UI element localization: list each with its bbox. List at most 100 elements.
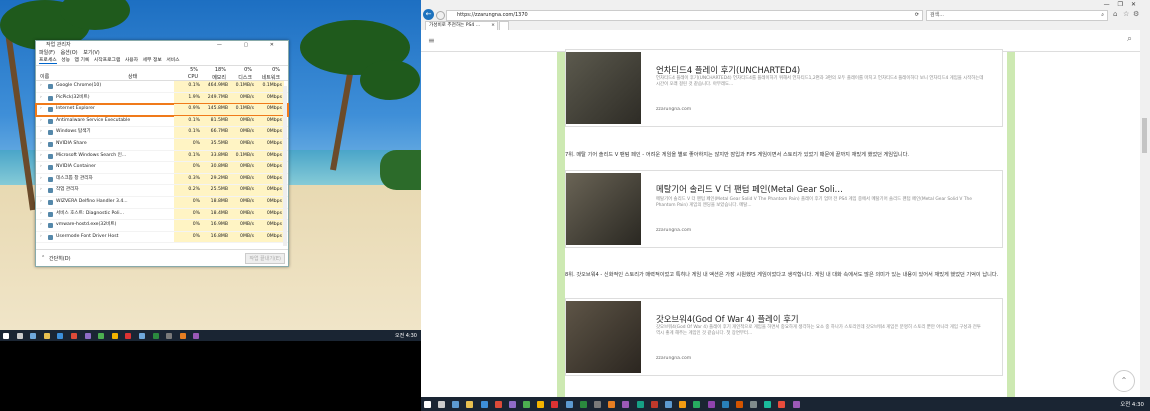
app-icon[interactable] bbox=[594, 400, 602, 408]
chrome-icon[interactable] bbox=[494, 400, 502, 408]
process-row[interactable]: › NVIDIA Share 0% 35.5MB 0MB/s 0Mbps bbox=[36, 138, 288, 151]
process-row[interactable]: › Microsoft Windows Search 인... 0.1% 33.8MB… bbox=[36, 150, 288, 163]
process-row[interactable]: › 데스크톱 창 관리자 0.3% 29.2MB 0MB/s 0Mbps bbox=[36, 173, 288, 186]
post-title[interactable]: 갓오브워4(God Of War 4) 플레이 후기 bbox=[656, 313, 799, 325]
app-icon[interactable] bbox=[650, 400, 658, 408]
app-icon[interactable] bbox=[98, 332, 105, 339]
process-row[interactable]: › Internet Explorer 0.9% 145.8MB 0.1MB/s 0Mbp… bbox=[35, 103, 289, 117]
process-list-scrollbar[interactable] bbox=[283, 86, 287, 246]
ie-icon[interactable] bbox=[480, 400, 488, 408]
minimize-icon[interactable]: — bbox=[1104, 1, 1118, 8]
brief-view-link[interactable]: 간단히(D) bbox=[49, 255, 71, 262]
col-disk[interactable]: 디스크 bbox=[230, 74, 252, 81]
app-icon[interactable] bbox=[125, 332, 132, 339]
end-task-button[interactable]: 작업 끝내기(E) bbox=[245, 253, 285, 264]
app-icon[interactable] bbox=[622, 400, 630, 408]
taskview-icon[interactable] bbox=[452, 400, 460, 408]
related-post-card[interactable]: 언차티드4 플레이 후기(UNCHARTED4) 언차티드4 플레이 후기(UN… bbox=[565, 49, 1003, 127]
process-row[interactable]: › Usermode Font Driver Host 0% 16.8MB 0MB/s 0… bbox=[36, 231, 288, 244]
expand-chevron-icon[interactable]: › bbox=[40, 93, 42, 104]
col-network[interactable]: 네트워크 bbox=[256, 74, 280, 81]
restore-icon[interactable]: ❐ bbox=[1118, 1, 1131, 8]
app-icon[interactable] bbox=[152, 332, 159, 339]
app-icon[interactable] bbox=[721, 400, 729, 408]
window-titlebar[interactable]: 작업 관리자 — ▢ ✕ bbox=[36, 41, 288, 50]
col-name[interactable]: 이름 bbox=[40, 73, 49, 80]
expand-chevron-icon[interactable]: › bbox=[40, 209, 42, 220]
post-thumbnail[interactable] bbox=[566, 173, 641, 245]
right-clock[interactable]: 오전 4:30 bbox=[1120, 400, 1144, 408]
app-icon[interactable] bbox=[693, 400, 701, 408]
app-icon[interactable] bbox=[551, 400, 559, 408]
chrome-icon[interactable] bbox=[70, 332, 77, 339]
expand-chevron-icon[interactable]: › bbox=[40, 81, 42, 92]
app-icon[interactable] bbox=[523, 400, 531, 408]
app-icon[interactable] bbox=[565, 400, 573, 408]
scrollbar-thumb[interactable] bbox=[1142, 118, 1147, 153]
menu-file[interactable]: 파일(F) bbox=[39, 50, 55, 56]
menu-view[interactable]: 보기(V) bbox=[83, 50, 100, 56]
process-row[interactable]: › WIZVERA Delfino Handler 3.4... 0% 18.8MB 0… bbox=[36, 196, 288, 209]
app-icon[interactable] bbox=[764, 400, 772, 408]
scrollbar[interactable] bbox=[1140, 30, 1150, 397]
collapse-chevron-icon[interactable]: ⌃ bbox=[41, 255, 45, 261]
app-icon[interactable] bbox=[508, 400, 516, 408]
process-row[interactable]: › NVIDIA Container 0% 30.8MB 0MB/s 0Mbps bbox=[36, 162, 288, 174]
tab-services[interactable]: 서비스 bbox=[166, 58, 179, 63]
expand-chevron-icon[interactable]: › bbox=[40, 139, 42, 150]
start-icon[interactable] bbox=[3, 332, 9, 339]
expand-chevron-icon[interactable]: › bbox=[40, 220, 42, 231]
col-cpu[interactable]: CPU bbox=[176, 74, 198, 80]
post-title[interactable]: 언차티드4 플레이 후기(UNCHARTED4) bbox=[656, 64, 800, 76]
app-icon[interactable] bbox=[735, 400, 743, 408]
app-icon[interactable] bbox=[179, 332, 186, 339]
tab-app-history[interactable]: 앱 기록 bbox=[75, 58, 90, 63]
app-icon[interactable] bbox=[193, 332, 200, 339]
related-post-card[interactable]: 메탈기어 솔리드 V 더 팬텀 페인(Metal Gear Soli… 메탈기어… bbox=[565, 170, 1003, 248]
ie-icon[interactable] bbox=[57, 332, 64, 339]
app-icon[interactable] bbox=[579, 400, 587, 408]
tab-processes[interactable]: 프로세스 bbox=[39, 58, 57, 64]
forward-arrow-icon[interactable] bbox=[436, 11, 445, 20]
explorer-icon[interactable] bbox=[466, 400, 474, 408]
process-row[interactable]: › Antimalware Service Executable 0.1% 81.5M… bbox=[36, 115, 288, 128]
expand-chevron-icon[interactable]: › bbox=[40, 151, 42, 162]
close-icon[interactable]: ✕ bbox=[1131, 1, 1144, 8]
app-icon[interactable] bbox=[537, 400, 545, 408]
post-title[interactable]: 메탈기어 솔리드 V 더 팬텀 페인(Metal Gear Soli… bbox=[656, 183, 843, 195]
process-row[interactable]: › PicPick(32비트) 1.9% 249.7MB 0MB/s 0Mbps bbox=[36, 92, 288, 105]
post-thumbnail[interactable] bbox=[566, 301, 641, 373]
tab-close-icon[interactable]: × bbox=[491, 22, 495, 30]
favorites-star-icon[interactable]: ☆ bbox=[1123, 10, 1129, 18]
col-status[interactable]: 상태 bbox=[128, 73, 137, 80]
search-icon[interactable] bbox=[437, 400, 445, 408]
col-memory[interactable]: 메모리 bbox=[202, 74, 226, 81]
refresh-icon[interactable]: ⟳ bbox=[915, 11, 919, 20]
search-icon[interactable]: ⌕ bbox=[1127, 34, 1132, 44]
app-icon[interactable] bbox=[84, 332, 91, 339]
expand-chevron-icon[interactable]: › bbox=[40, 232, 42, 243]
search-icon[interactable] bbox=[16, 332, 23, 339]
start-icon[interactable] bbox=[423, 400, 431, 408]
hamburger-menu-icon[interactable]: ≡ bbox=[428, 36, 435, 45]
tab-details[interactable]: 세부 정보 bbox=[143, 58, 162, 63]
process-row[interactable]: › 작업 관리자 0.2% 25.5MB 0MB/s 0Mbps bbox=[36, 185, 288, 197]
process-row[interactable]: › Google Chrome(10) 0.1% 464.9MB 0.1MB/s 0.1M… bbox=[36, 81, 288, 93]
app-icon[interactable] bbox=[679, 400, 687, 408]
app-icon[interactable] bbox=[111, 332, 118, 339]
tab-performance[interactable]: 성능 bbox=[61, 58, 70, 63]
address-bar[interactable]: https://zzarungna.com/1370 ⟳ bbox=[446, 10, 923, 21]
browser-window-controls[interactable]: —❐✕ bbox=[1104, 1, 1144, 8]
back-arrow-icon[interactable]: ← bbox=[423, 9, 434, 20]
app-icon[interactable] bbox=[636, 400, 644, 408]
app-icon[interactable] bbox=[166, 332, 173, 339]
gear-icon[interactable]: ⚙ bbox=[1133, 10, 1139, 18]
search-box[interactable]: 검색... ⌕ bbox=[926, 10, 1108, 21]
tab-users[interactable]: 사용자 bbox=[125, 58, 138, 63]
home-icon[interactable]: ⌂ bbox=[1113, 10, 1117, 18]
app-icon[interactable] bbox=[664, 400, 672, 408]
expand-chevron-icon[interactable]: › bbox=[40, 197, 42, 208]
app-icon[interactable] bbox=[608, 400, 616, 408]
expand-chevron-icon[interactable]: › bbox=[40, 104, 42, 115]
expand-chevron-icon[interactable]: › bbox=[40, 116, 42, 127]
